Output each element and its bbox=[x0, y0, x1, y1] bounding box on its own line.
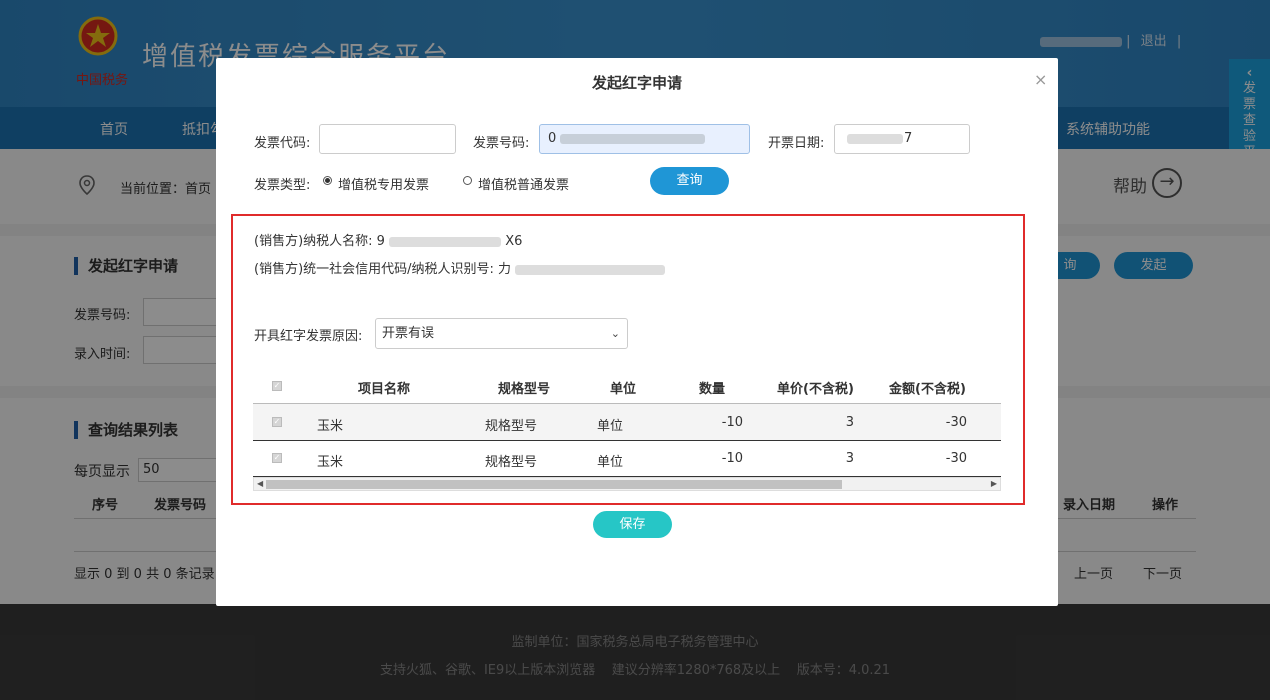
invoice-type-label: 发票类型: bbox=[254, 178, 311, 193]
cell-unit-price: 3 bbox=[845, 451, 854, 466]
col-spec: 规格型号 bbox=[498, 382, 551, 397]
cell-amount: -30 bbox=[945, 451, 967, 466]
issue-date-label: 开票日期: bbox=[768, 136, 825, 151]
issue-date-value: 7 bbox=[904, 131, 913, 146]
query-button[interactable]: 查询 bbox=[650, 167, 729, 195]
red-invoice-apply-dialog: 发起红字申请 × 发票代码: 发票号码: 0 开票日期: 7 发票类型: 增值税… bbox=[216, 58, 1058, 606]
col-unit-price: 单价(不含税) bbox=[777, 382, 854, 397]
cell-spec: 规格型号 bbox=[485, 419, 538, 434]
invoice-code-label: 发票代码: bbox=[254, 136, 311, 151]
col-unit: 单位 bbox=[610, 382, 637, 397]
masked-value bbox=[847, 134, 903, 144]
reason-select[interactable]: 开票有误 ⌄ bbox=[375, 318, 628, 349]
issue-date-input[interactable]: 7 bbox=[834, 124, 970, 154]
col-qty: 数量 bbox=[699, 382, 726, 397]
invoice-no-value: 0 bbox=[548, 131, 557, 146]
reason-label: 开具红字发票原因: bbox=[254, 329, 363, 344]
cell-spec: 规格型号 bbox=[485, 455, 538, 470]
horizontal-scrollbar[interactable]: ◀ ▶ bbox=[253, 477, 1001, 491]
save-button[interactable]: 保存 bbox=[593, 511, 672, 538]
cell-unit-price: 3 bbox=[845, 415, 854, 430]
invoice-no-label: 发票号码: bbox=[473, 136, 530, 151]
col-amount: 金额(不含税) bbox=[889, 382, 966, 397]
cell-item-name: 玉米 bbox=[317, 419, 344, 434]
scroll-left-icon[interactable]: ◀ bbox=[257, 478, 263, 490]
table-row: ✓ 玉米 规格型号 单位 -10 3 -30 bbox=[253, 441, 1001, 477]
cell-unit: 单位 bbox=[597, 455, 624, 470]
cell-qty: -10 bbox=[721, 415, 743, 430]
seller-id-prefix: 力 bbox=[498, 262, 512, 277]
dialog-title: 发起红字申请 bbox=[591, 74, 682, 92]
table-row: ✓ 玉米 规格型号 单位 -10 3 -30 bbox=[253, 404, 1001, 440]
row-checkbox[interactable]: ✓ bbox=[272, 453, 282, 463]
row-checkbox[interactable]: ✓ bbox=[272, 417, 282, 427]
masked-value bbox=[389, 236, 502, 247]
cell-unit: 单位 bbox=[597, 419, 624, 434]
seller-id-line: (销售方)统一社会信用代码/纳税人识别号: 力 bbox=[254, 258, 666, 277]
invoice-no-input[interactable]: 0 bbox=[539, 124, 750, 154]
close-icon[interactable]: × bbox=[1034, 70, 1047, 89]
col-item-name: 项目名称 bbox=[358, 382, 411, 397]
cell-qty: -10 bbox=[721, 451, 743, 466]
seller-id-label: (销售方)统一社会信用代码/纳税人识别号: bbox=[254, 262, 494, 277]
masked-value bbox=[560, 134, 705, 144]
scrollbar-thumb[interactable] bbox=[266, 480, 842, 489]
seller-name-label: (销售方)纳税人名称: bbox=[254, 234, 373, 249]
seller-name-suffix: X6 bbox=[505, 234, 523, 249]
radio-normal-invoice[interactable] bbox=[463, 176, 472, 185]
scroll-right-icon[interactable]: ▶ bbox=[991, 478, 997, 490]
chevron-down-icon: ⌄ bbox=[610, 327, 620, 340]
invoice-code-input[interactable] bbox=[319, 124, 456, 154]
seller-name-prefix: 9 bbox=[376, 234, 385, 249]
seller-name-line: (销售方)纳税人名称: 9 X6 bbox=[254, 230, 522, 249]
masked-value bbox=[515, 264, 666, 275]
select-all-checkbox[interactable]: ✓ bbox=[272, 381, 282, 391]
radio-special-invoice[interactable] bbox=[323, 176, 332, 185]
cell-item-name: 玉米 bbox=[317, 455, 344, 470]
radio-normal-invoice-label[interactable]: 增值税普通发票 bbox=[478, 174, 569, 193]
cell-amount: -30 bbox=[945, 415, 967, 430]
reason-value: 开票有误 bbox=[382, 326, 435, 341]
radio-special-invoice-label[interactable]: 增值税专用发票 bbox=[338, 174, 429, 193]
